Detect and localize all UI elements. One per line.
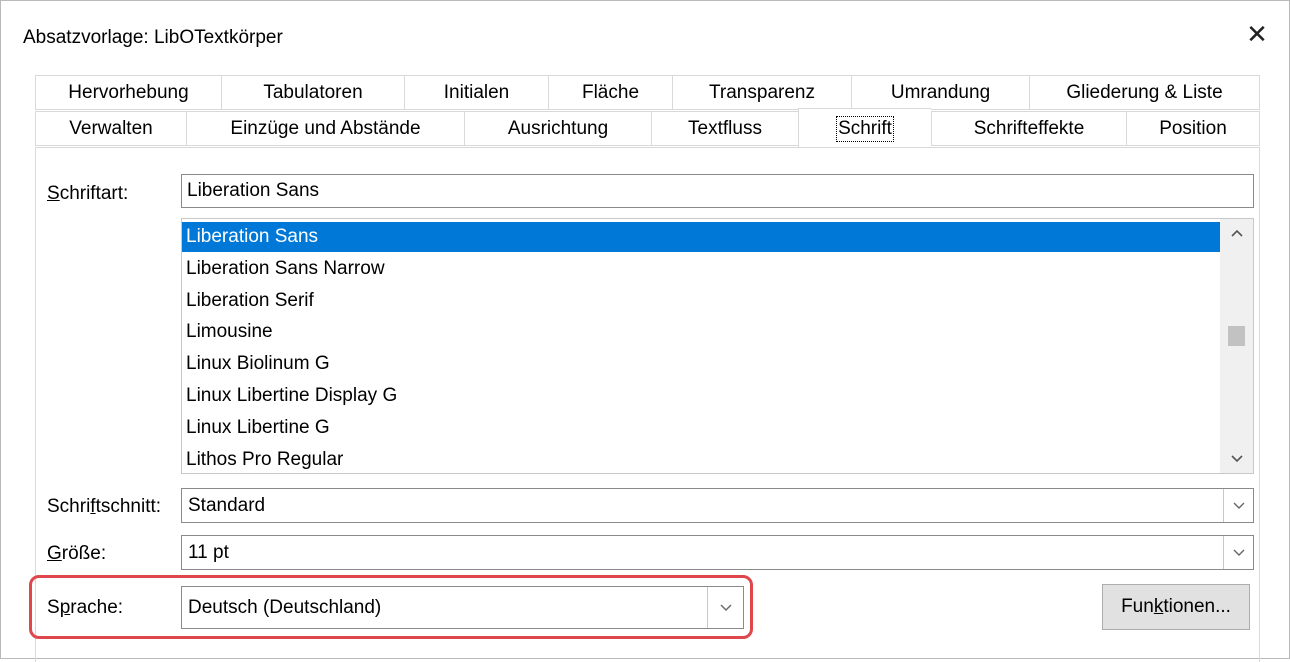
tab-label: Initialen xyxy=(443,81,510,103)
tab-hervorhebung[interactable]: Hervorhebung xyxy=(35,75,221,110)
scroll-down-icon[interactable] xyxy=(1220,447,1253,473)
list-item[interactable]: Liberation Serif xyxy=(182,286,1220,316)
tab-gliederung-liste[interactable]: Gliederung & Liste xyxy=(1029,75,1260,110)
list-item[interactable]: Limousine xyxy=(182,317,1220,347)
tab-schrift[interactable]: Schrift xyxy=(798,108,931,148)
tab-label: Transparenz xyxy=(709,81,815,103)
tab-verwalten[interactable]: Verwalten xyxy=(35,111,186,146)
tab-label: Umrandung xyxy=(890,81,991,103)
tab-transparenz[interactable]: Transparenz xyxy=(672,75,851,110)
scroll-up-icon[interactable] xyxy=(1220,221,1253,247)
tab-textfluss[interactable]: Textfluss xyxy=(651,111,798,146)
font-family-value: Liberation Sans xyxy=(187,180,320,201)
tab-flaeche[interactable]: Fläche xyxy=(548,75,672,110)
list-item[interactable]: Liberation Sans Narrow xyxy=(182,254,1220,284)
font-style-label: Schriftschnitt: xyxy=(47,496,162,517)
tab-position[interactable]: Position xyxy=(1126,111,1260,146)
dialog-window: Absatzvorlage: LibOTextkörper ✕ Hervorhe… xyxy=(0,0,1290,662)
tab-label: Gliederung & Liste xyxy=(1066,81,1223,103)
tab-einzuege-abstaende[interactable]: Einzüge und Abstände xyxy=(186,111,464,146)
font-style-combobox[interactable]: Standard xyxy=(181,488,1254,523)
scroll-thumb[interactable] xyxy=(1228,326,1245,346)
vertical-scrollbar[interactable] xyxy=(1220,219,1253,473)
font-style-value: Standard xyxy=(188,494,266,516)
tab-schrifteffekte[interactable]: Schrifteffekte xyxy=(931,111,1126,146)
tab-row-bottom: Verwalten Einzüge und Abstände Ausrichtu… xyxy=(35,108,1260,148)
list-item[interactable]: Linux Biolinum G xyxy=(182,349,1220,379)
window-title: Absatzvorlage: LibOTextkörper xyxy=(23,27,283,48)
tab-row-top: Hervorhebung Tabulatoren Initialen Fläch… xyxy=(35,75,1260,110)
font-size-label: Größe: xyxy=(47,543,107,564)
tab-label: Textfluss xyxy=(688,117,762,139)
chevron-down-icon[interactable] xyxy=(1223,489,1253,522)
annotation-highlight xyxy=(29,575,753,639)
tab-umrandung[interactable]: Umrandung xyxy=(851,75,1029,110)
features-button[interactable]: Fun k tionen... xyxy=(1102,584,1250,630)
tab-label: Verwalten xyxy=(69,117,153,139)
list-item[interactable]: Liberation Sans xyxy=(182,222,1220,252)
tab-label: Position xyxy=(1159,117,1227,139)
font-size-combobox[interactable]: 11 pt xyxy=(181,535,1254,570)
font-family-input[interactable]: Liberation Sans xyxy=(181,174,1254,208)
tab-tabulatoren[interactable]: Tabulatoren xyxy=(221,75,404,110)
tab-label: Hervorhebung xyxy=(68,81,189,103)
font-family-list[interactable]: Liberation Sans Liberation Sans Narrow L… xyxy=(181,218,1254,474)
tab-label: Einzüge und Abstände xyxy=(230,117,421,139)
list-item[interactable]: Linux Libertine Display G xyxy=(182,381,1220,411)
list-item[interactable]: Lithos Pro Regular xyxy=(182,445,1220,473)
font-family-label: Schriftart: xyxy=(47,183,129,204)
close-icon[interactable]: ✕ xyxy=(1243,21,1271,49)
list-item[interactable]: Linux Libertine G xyxy=(182,413,1220,443)
font-size-value: 11 pt xyxy=(188,541,229,563)
tab-label: Fläche xyxy=(581,81,640,103)
title-bar: Absatzvorlage: LibOTextkörper ✕ xyxy=(1,1,1289,73)
tab-ausrichtung[interactable]: Ausrichtung xyxy=(464,111,651,146)
chevron-down-icon[interactable] xyxy=(1223,536,1253,569)
tab-initialen[interactable]: Initialen xyxy=(404,75,548,110)
tab-label: Schrift xyxy=(836,115,894,142)
tab-label: Tabulatoren xyxy=(263,81,363,103)
tab-label: Schrifteffekte xyxy=(973,117,1085,139)
tab-label: Ausrichtung xyxy=(507,117,609,139)
